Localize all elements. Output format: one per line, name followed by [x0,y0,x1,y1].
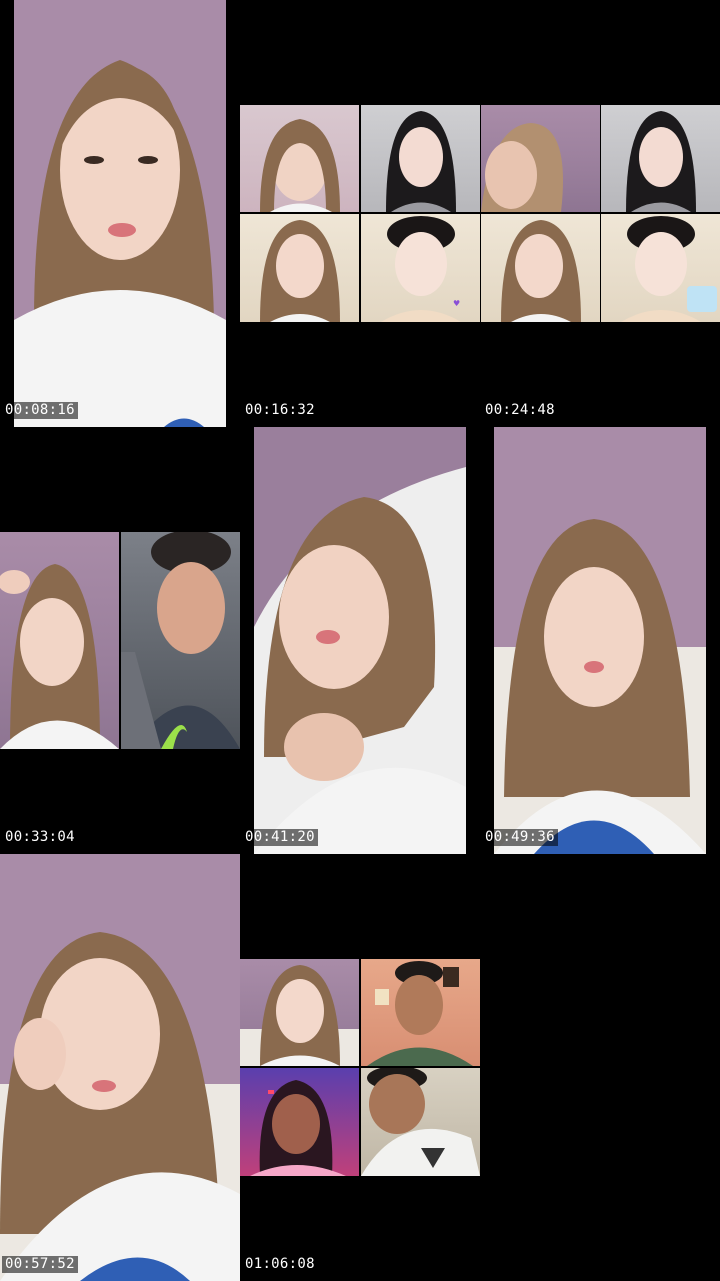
timestamp: 00:33:04 [2,829,78,846]
thumbnail-cell-9 [480,854,720,1281]
guest-tile [481,214,600,322]
multi-guest-grid: ♥ [240,105,720,322]
guest-tile [601,105,720,212]
guest-tile: ♥ [361,214,480,322]
video-frame [254,427,466,854]
guest-tile [361,959,480,1066]
timestamp: 00:16:32 [242,402,318,419]
video-frame [494,427,706,854]
thumbnail-cell-8[interactable]: 01:06:08 [240,854,480,1281]
guest-tile [601,214,720,322]
timestamp: 00:41:20 [242,829,318,846]
timestamp: 00:57:52 [2,1256,78,1273]
timestamp: 01:06:08 [242,1256,318,1273]
portrait-figure [14,0,226,427]
guest-tile [481,105,600,212]
thumbnail-cell-4[interactable]: 00:33:04 [0,427,240,854]
guest-tile [121,532,240,749]
guest-tile [0,532,119,749]
timestamp: 00:24:48 [482,402,558,419]
thumbnail-cell-5[interactable]: 00:41:20 [240,427,480,854]
guest-tile [240,1068,359,1176]
guest-tile [240,214,359,322]
thumbnail-cell-6[interactable]: 00:49:36 [480,427,720,854]
video-frame [14,0,226,427]
guest-tile [240,105,359,212]
video-frame-split [0,532,240,749]
thumbnail-cell-7[interactable]: 00:57:52 [0,854,240,1281]
guest-tile [361,105,480,212]
timestamp: 00:08:16 [2,402,78,419]
timestamp: 00:49:36 [482,829,558,846]
video-frame-quad [240,959,480,1176]
thumbnail-cell-1[interactable]: 00:08:16 [0,0,240,427]
svg-text:♥: ♥ [453,299,460,308]
guest-tile [361,1068,480,1176]
video-frame [0,854,240,1281]
guest-tile [240,959,359,1066]
